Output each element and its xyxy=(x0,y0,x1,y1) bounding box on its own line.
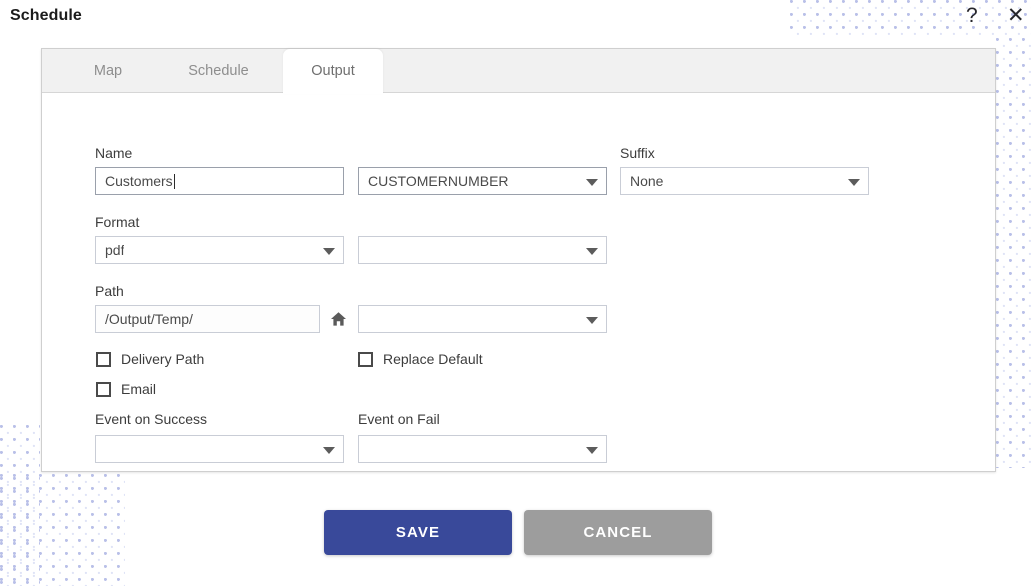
output-settings-card: Map Schedule Output Name Customers CUSTO… xyxy=(41,48,996,472)
decorative-dot-pattern-right xyxy=(996,38,1031,468)
close-icon[interactable]: ✕ xyxy=(1007,5,1025,26)
schedule-dialog: Schedule ? ✕ Map Schedule Output Name Cu… xyxy=(0,0,1031,586)
path-secondary-select[interactable] xyxy=(358,305,607,333)
event-on-fail-select[interactable] xyxy=(358,435,607,463)
checkbox-email-label: Email xyxy=(121,381,157,397)
checkbox-replace-default-label: Replace Default xyxy=(383,351,483,367)
text-cursor xyxy=(173,173,175,189)
field-select[interactable]: CUSTOMERNUMBER xyxy=(358,167,607,195)
field-select-value: CUSTOMERNUMBER xyxy=(368,173,509,189)
suffix-label: Suffix xyxy=(620,145,655,161)
chevron-down-icon xyxy=(586,317,598,324)
title-bar: Schedule ? ✕ xyxy=(0,0,1031,38)
name-input[interactable]: Customers xyxy=(95,167,344,195)
checkbox-email[interactable]: Email xyxy=(96,381,156,397)
help-icon[interactable]: ? xyxy=(966,5,978,26)
tab-map[interactable]: Map xyxy=(60,49,156,93)
event-on-success-select[interactable] xyxy=(95,435,344,463)
path-label: Path xyxy=(95,283,124,299)
tab-schedule[interactable]: Schedule xyxy=(156,49,281,93)
chevron-down-icon xyxy=(586,248,598,255)
suffix-select[interactable]: None xyxy=(620,167,869,195)
tab-bar: Map Schedule Output xyxy=(42,49,995,94)
checkbox-delivery-path-label: Delivery Path xyxy=(121,351,205,367)
home-icon[interactable] xyxy=(328,306,348,332)
format-select[interactable]: pdf xyxy=(95,236,344,264)
format-secondary-select[interactable] xyxy=(358,236,607,264)
chevron-down-icon xyxy=(323,248,335,255)
tab-output[interactable]: Output xyxy=(283,49,383,94)
suffix-select-value: None xyxy=(630,173,664,189)
chevron-down-icon xyxy=(586,447,598,454)
checkbox-box-icon xyxy=(96,381,111,397)
format-select-value: pdf xyxy=(105,242,125,258)
event-on-success-label: Event on Success xyxy=(95,411,208,427)
save-button[interactable]: SAVE xyxy=(324,510,512,555)
name-label: Name xyxy=(95,145,133,161)
chevron-down-icon xyxy=(848,179,860,186)
event-on-fail-label: Event on Fail xyxy=(358,411,440,427)
checkbox-replace-default[interactable]: Replace Default xyxy=(358,351,483,367)
path-input[interactable]: /Output/Temp/ xyxy=(95,305,320,333)
decorative-dot-pattern-bottom xyxy=(0,474,125,586)
page-title: Schedule xyxy=(10,7,82,24)
chevron-down-icon xyxy=(323,447,335,454)
cancel-button[interactable]: CANCEL xyxy=(524,510,712,555)
checkbox-box-icon xyxy=(358,351,373,367)
checkbox-delivery-path[interactable]: Delivery Path xyxy=(96,351,204,367)
checkbox-box-icon xyxy=(96,351,111,367)
chevron-down-icon xyxy=(586,179,598,186)
name-input-value: Customers xyxy=(105,173,173,189)
path-input-value: /Output/Temp/ xyxy=(105,311,193,327)
decorative-dot-pattern-left xyxy=(0,425,40,586)
format-label: Format xyxy=(95,214,140,230)
